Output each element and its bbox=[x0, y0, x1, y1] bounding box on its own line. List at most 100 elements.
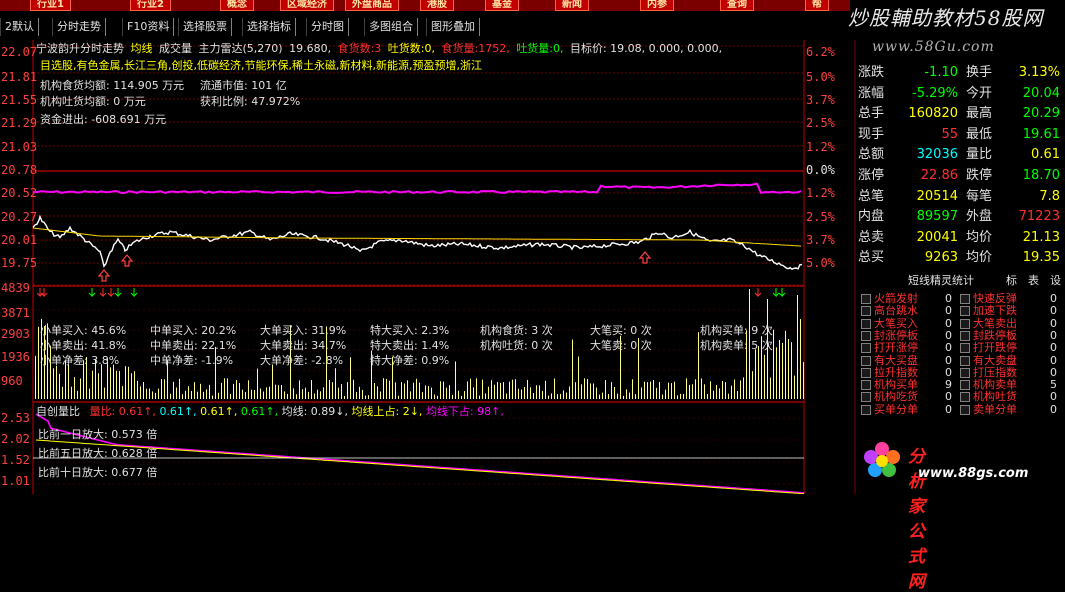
checkbox-icon[interactable] bbox=[861, 318, 871, 329]
volume-bar bbox=[314, 393, 315, 399]
chart-header: 宁波韵升分时走势 均线 成交量 主力雷达(5,270) 19.680, 食货数:… bbox=[36, 40, 722, 56]
pct-tick-5: 0.0% bbox=[806, 163, 836, 177]
volume-bar bbox=[71, 386, 72, 399]
volume-bar bbox=[209, 384, 210, 399]
volume-bar bbox=[164, 379, 165, 399]
quote-value-5: 22.86 bbox=[920, 168, 958, 183]
volume-bar bbox=[341, 384, 342, 399]
jl-left-row-5[interactable]: 有大买盘 bbox=[861, 353, 956, 367]
volume-bar bbox=[365, 395, 366, 399]
checkbox-icon[interactable] bbox=[861, 404, 871, 415]
stat-r2-3: 特大卖出: 1.4% bbox=[370, 339, 450, 352]
volume-bar bbox=[464, 391, 465, 399]
pct-tick-7: 2.5% bbox=[806, 210, 836, 224]
table-button[interactable]: 表 bbox=[1028, 272, 1039, 289]
checkbox-icon[interactable] bbox=[861, 294, 871, 304]
volume-bar bbox=[89, 388, 90, 399]
jl-right-row-5[interactable]: 有大卖盘 bbox=[960, 354, 1055, 367]
ratio-header: 自创量比 量比: 0.61↑, 0.61↑, 0.61↑, 0.61↑, 均线:… bbox=[36, 403, 504, 419]
volume-bar bbox=[416, 378, 417, 399]
volume-bar bbox=[224, 378, 225, 399]
checkbox-icon[interactable] bbox=[960, 330, 970, 341]
volume-bar bbox=[788, 339, 789, 399]
volume-bar bbox=[617, 393, 618, 399]
volume-bar bbox=[704, 384, 705, 399]
stat-r2-1: 中单卖出: 22.1% bbox=[150, 339, 237, 352]
checkbox-icon[interactable] bbox=[861, 306, 871, 317]
volume-bar bbox=[284, 391, 285, 399]
volume-bar bbox=[293, 388, 294, 399]
volume-bar bbox=[587, 378, 588, 399]
checkbox-icon[interactable] bbox=[861, 343, 871, 354]
volume-bar bbox=[470, 378, 471, 399]
volume-bar bbox=[239, 383, 240, 399]
volume-bar bbox=[494, 384, 495, 399]
stat-r3-2: 大单净差: -2.8% bbox=[260, 354, 344, 367]
volume-bar bbox=[359, 386, 360, 399]
volume-bar bbox=[350, 357, 351, 399]
jl-right-row-1[interactable]: 加速下跌 bbox=[960, 305, 1055, 317]
buy-arrow-icon-0 bbox=[97, 269, 111, 282]
quote-value2-7: 71223 bbox=[1018, 209, 1060, 225]
checkbox-icon[interactable] bbox=[861, 392, 871, 403]
checkbox-icon[interactable] bbox=[960, 318, 970, 329]
checkbox-icon[interactable] bbox=[861, 355, 871, 366]
jl-left-row-6[interactable]: 拉升指数 bbox=[861, 366, 956, 379]
volume-bar bbox=[650, 381, 651, 399]
signal-arrow-icon-3 bbox=[99, 288, 107, 298]
volume-bar bbox=[653, 380, 654, 399]
ratio-avg: 均线: 0.89↓, bbox=[281, 405, 349, 418]
volume-bar bbox=[695, 379, 696, 399]
volume-bar bbox=[740, 380, 741, 399]
radar-price: 19.680, bbox=[289, 42, 332, 55]
checkbox-icon[interactable] bbox=[960, 306, 970, 317]
volume-bar bbox=[794, 375, 795, 399]
jl-left-row-4[interactable]: 打开涨停 bbox=[861, 342, 956, 354]
checkbox-icon[interactable] bbox=[960, 380, 970, 391]
jl-right-row-4[interactable]: 打开跌停 bbox=[960, 342, 1055, 354]
settings-button[interactable]: 设 bbox=[1050, 272, 1061, 289]
checkbox-icon[interactable] bbox=[861, 380, 871, 391]
jl-left-row-8[interactable]: 机构吃货 bbox=[861, 391, 956, 403]
volume-bar bbox=[119, 371, 120, 399]
volume-bar bbox=[197, 391, 198, 399]
checkbox-icon[interactable] bbox=[960, 343, 970, 354]
checkbox-icon[interactable] bbox=[960, 367, 970, 378]
signal-arrow-icon-9 bbox=[778, 288, 786, 298]
volume-bar bbox=[38, 326, 39, 399]
volume-bar bbox=[80, 378, 81, 399]
checkbox-icon[interactable] bbox=[960, 404, 970, 415]
jl-right-row-2[interactable]: 大笔卖出 bbox=[960, 317, 1055, 330]
price-tick-0: 22.07 bbox=[1, 45, 37, 59]
volume-bar bbox=[485, 393, 486, 399]
eat-qty-label: 食货量: bbox=[441, 42, 479, 55]
jl-right-row-9[interactable]: 卖单分单 bbox=[960, 402, 1055, 416]
checkbox-icon[interactable] bbox=[960, 355, 970, 366]
jl-right-row-8[interactable]: 机构吐货 bbox=[960, 391, 1055, 403]
checkbox-icon[interactable] bbox=[960, 294, 970, 304]
volume-bar bbox=[299, 380, 300, 399]
volume-bar bbox=[200, 383, 201, 399]
jl-left-label: 有大买盘 bbox=[874, 353, 918, 367]
volume-bar bbox=[707, 394, 708, 399]
volume-bar bbox=[377, 386, 378, 399]
volume-bar bbox=[155, 392, 156, 399]
checkbox-icon[interactable] bbox=[960, 392, 970, 403]
jl-left-row-1[interactable]: 高台跳水 bbox=[861, 305, 956, 317]
volume-bar bbox=[467, 381, 468, 399]
mark-button[interactable]: 标 bbox=[1006, 272, 1017, 289]
jl-left-row-2[interactable]: 大笔买入 bbox=[861, 317, 956, 330]
checkbox-icon[interactable] bbox=[861, 330, 871, 341]
ratio-down: 均线下占: 98↑, bbox=[425, 405, 504, 418]
jl-right-label: 卖单分单 bbox=[973, 402, 1017, 416]
quote-value-9: 9263 bbox=[924, 250, 958, 266]
ratio-up: 均线上占: 2↓, bbox=[351, 405, 423, 418]
quote-label2-7: 外盘 bbox=[966, 209, 993, 225]
jl-right-row-6[interactable]: 打压指数 bbox=[960, 366, 1055, 379]
checkbox-icon[interactable] bbox=[861, 367, 871, 378]
volume-bar bbox=[593, 383, 594, 399]
jl-left-val-6: 0 bbox=[945, 365, 952, 379]
jl-right-val-2: 0 bbox=[1050, 316, 1057, 330]
volume-bar bbox=[497, 382, 498, 399]
jl-left-row-9[interactable]: 买单分单 bbox=[861, 403, 956, 416]
